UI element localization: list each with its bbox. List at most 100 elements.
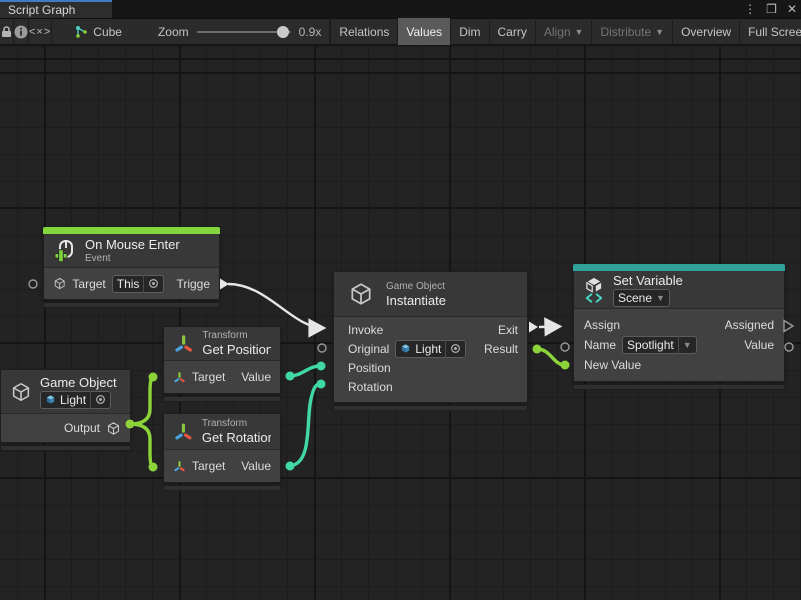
graph-icon [74, 25, 88, 39]
info-button[interactable] [14, 18, 28, 45]
port-mouseenter-target-in[interactable] [29, 280, 37, 288]
chevron-down-icon[interactable]: ▼ [678, 336, 692, 354]
port-label-invoke: Invoke [348, 323, 383, 337]
node-title: Get Rotation [202, 430, 271, 445]
node-footer [163, 396, 281, 402]
tab-bar: Script Graph ⋮ ❒ ✕ [0, 0, 801, 18]
port-result-out[interactable] [533, 345, 542, 354]
tab-label: Script Graph [8, 3, 75, 17]
script-graph-window: Script Graph ⋮ ❒ ✕ <×> [0, 0, 801, 600]
event-accent-bar [43, 227, 220, 234]
tab-script-graph[interactable]: Script Graph [0, 0, 112, 18]
node-get-position[interactable]: Transform Get Position Target Value [163, 326, 281, 394]
toolbar-button-values[interactable]: Values [397, 18, 450, 45]
toolbar-button-distribute[interactable]: Distribute ▼ [591, 18, 672, 45]
node-footer [333, 405, 528, 411]
port-getposition-target-in[interactable] [149, 373, 158, 382]
lock-button[interactable] [0, 18, 13, 45]
port-label-original: Original [348, 342, 389, 356]
maximize-icon[interactable]: ❒ [766, 0, 777, 18]
node-title: Game Object [40, 375, 117, 390]
toolbar-button-relations[interactable]: Relations [330, 18, 397, 45]
code-icon: <×> [29, 26, 51, 38]
node-footer [43, 302, 220, 308]
graph-toolbar: <×> Cube Zoom 0.9x Relations [0, 18, 801, 45]
node-category: Transform [202, 418, 271, 429]
port-name-in[interactable] [561, 343, 569, 351]
object-picker-icon[interactable] [143, 275, 159, 293]
toolbar-button-align[interactable]: Align ▼ [535, 18, 592, 45]
close-icon[interactable]: ✕ [787, 0, 797, 18]
object-picker-icon[interactable] [90, 391, 106, 409]
port-label-target: Target [192, 459, 225, 473]
node-get-rotation[interactable]: Transform Get Rotation Target Value [163, 413, 281, 483]
chevron-down-icon: ▼ [575, 27, 584, 37]
port-value-out[interactable] [785, 343, 793, 351]
toolbar-button-overview[interactable]: Overview [672, 18, 739, 45]
node-title: Set Variable [613, 273, 683, 288]
game-object-icon [348, 281, 374, 307]
chevron-down-icon: ▼ [656, 293, 665, 303]
port-label-rotation: Rotation [348, 380, 393, 394]
port-assigned-out[interactable] [784, 321, 793, 332]
object-picker-icon[interactable] [445, 340, 461, 358]
toolbar-button-carry[interactable]: Carry [489, 18, 535, 45]
variable-scope-dropdown[interactable]: Scene ▼ [613, 289, 670, 307]
node-instantiate[interactable]: Game Object Instantiate Invoke Exit Orig… [333, 271, 528, 403]
variable-name-dropdown[interactable]: Spotlight ▼ [622, 336, 697, 354]
port-getposition-value-out[interactable] [286, 372, 295, 381]
graph-owner-breadcrumb[interactable]: Cube [52, 25, 132, 39]
node-game-object-literal[interactable]: Game Object Light Outpu [0, 369, 131, 443]
zoom-label: Zoom [158, 25, 189, 39]
zoom-value: 0.9x [299, 25, 322, 39]
wire-trigger-invoke [228, 284, 324, 328]
toolbar-button-fullscreen[interactable]: Full Screen [739, 18, 801, 45]
wire-output-getposition [130, 377, 153, 424]
port-exit-out[interactable] [529, 322, 538, 333]
port-original-in[interactable] [318, 344, 326, 352]
toolbar-button-dim[interactable]: Dim [450, 18, 488, 45]
mouse-event-icon [53, 239, 77, 263]
node-footer [163, 485, 281, 491]
port-label-assign: Assign [584, 318, 620, 332]
info-icon [14, 25, 28, 39]
unity-logo-icon [583, 277, 605, 293]
zoom-slider[interactable] [197, 25, 291, 39]
window-menu-icon[interactable]: ⋮ [744, 0, 756, 18]
wire-getrotation-rotation [290, 384, 321, 466]
target-value-chip[interactable]: This [112, 275, 165, 293]
node-set-variable[interactable]: Set Variable Scene ▼ Assign Assigned Nam… [573, 264, 785, 382]
port-newvalue-in[interactable] [561, 361, 570, 370]
port-getrotation-target-in[interactable] [149, 463, 158, 472]
unity-object-icon [400, 343, 411, 354]
node-category: Game Object [386, 281, 446, 292]
port-label-target: Target [72, 277, 105, 291]
game-object-icon [106, 421, 121, 436]
zoom-control: Zoom 0.9x [132, 25, 329, 39]
variable-accent-bar [573, 264, 785, 271]
port-getrotation-value-out[interactable] [286, 462, 295, 471]
port-label-trigger: Trigger [176, 277, 210, 291]
original-value-chip[interactable]: Light [395, 340, 466, 358]
lock-icon [0, 25, 13, 38]
graph-canvas[interactable]: On Mouse Enter Event Target This Trigger [0, 46, 801, 600]
port-label-position: Position [348, 361, 391, 375]
game-object-icon [10, 381, 32, 403]
node-footer [0, 445, 131, 451]
object-value-chip[interactable]: Light [40, 391, 111, 409]
node-subtitle: Event [85, 253, 180, 264]
code-preview-button[interactable]: <×> [29, 18, 51, 45]
transform-icon [173, 371, 186, 384]
node-category: Transform [202, 330, 271, 341]
node-on-mouse-enter[interactable]: On Mouse Enter Event Target This Trigger [43, 227, 220, 300]
unity-object-icon [45, 394, 56, 405]
port-label-result: Result [484, 342, 518, 356]
port-rotation-in[interactable] [317, 380, 326, 389]
node-title: Instantiate [386, 293, 446, 308]
port-trigger-out[interactable] [220, 279, 229, 290]
port-label-value: Value [744, 338, 774, 352]
node-title: Get Position [202, 342, 271, 357]
port-position-in[interactable] [317, 362, 326, 371]
zoom-slider-handle[interactable] [277, 26, 289, 38]
port-label-new-value: New Value [584, 358, 641, 372]
